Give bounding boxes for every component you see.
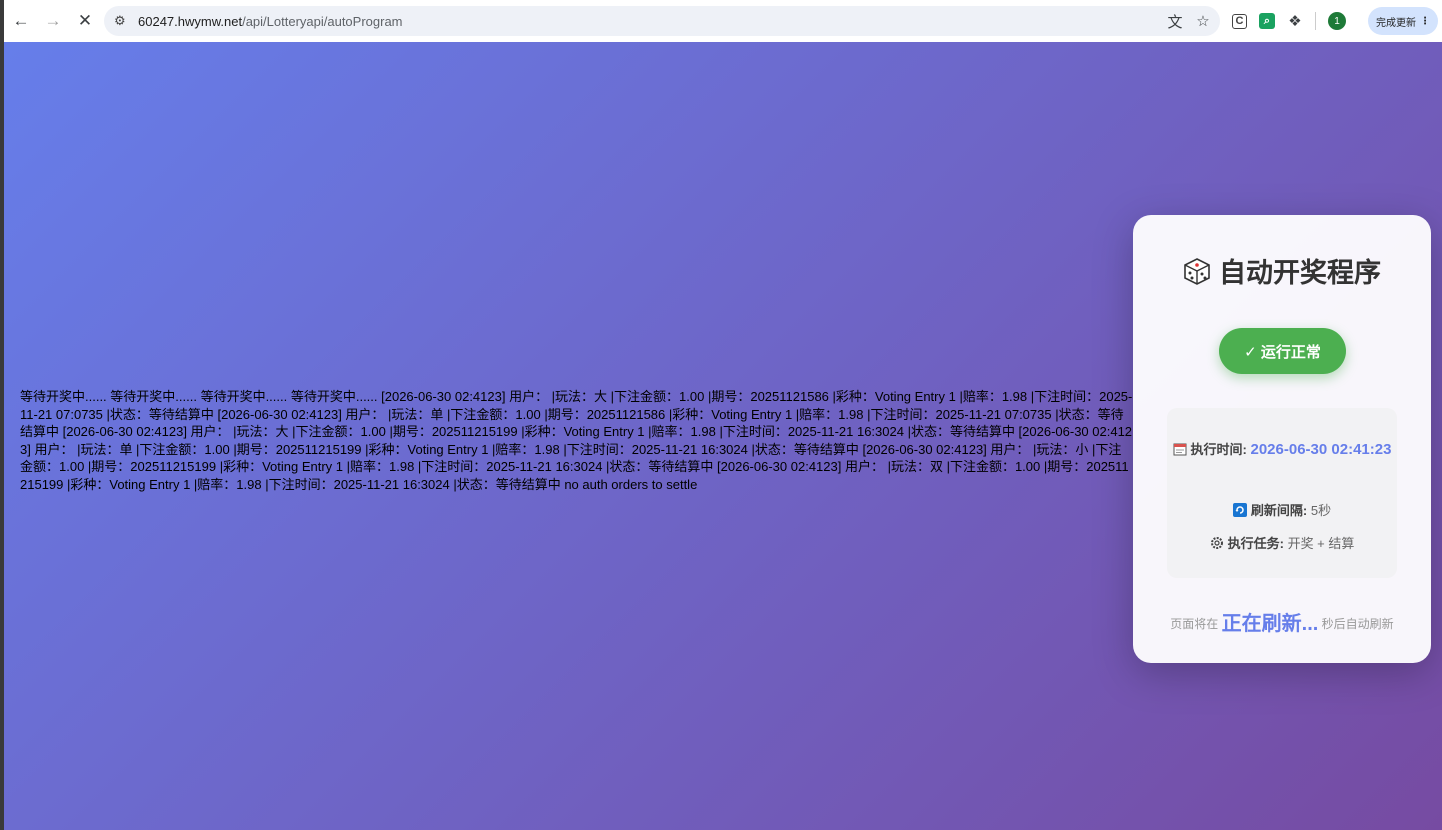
exec-time-label: 执行时间: [1190, 442, 1247, 457]
exec-time-value: 2026-06-30 02:41:23 [1250, 441, 1392, 458]
status-card: 自动开奖程序 ✓ 运行正常 执行时间: 2026-06-30 02:41:23 … [1133, 215, 1431, 663]
refresh-countdown: 正在刷新... [1221, 613, 1319, 635]
info-panel: 执行时间: 2026-06-30 02:41:23 刷新间隔: 5秒 执行任务:… [1167, 408, 1397, 578]
bookmark-star-icon[interactable]: ☆ [1194, 12, 1212, 30]
address-bar[interactable]: ⚙ 60247.hwymw.net/api/Lotteryapi/autoPro… [104, 6, 1220, 36]
task-label: 执行任务: [1227, 536, 1284, 551]
card-title: 自动开奖程序 [1133, 251, 1431, 290]
stop-icon[interactable]: ✕ [70, 6, 100, 36]
page-background: 等待开奖中...... 等待开奖中...... 等待开奖中...... 等待开奖… [4, 42, 1442, 830]
extensions-area: C ⌕ ❖ 1 [1232, 6, 1346, 36]
auto-refresh-notice: 页面将在 正在刷新... 秒后自动刷新 [1133, 607, 1431, 636]
extensions-puzzle-icon[interactable]: ❖ [1287, 13, 1303, 30]
interval-label: 刷新间隔: [1250, 503, 1308, 518]
update-button[interactable]: 完成更新 ⋮ [1368, 7, 1438, 35]
url-path: /api/Lotteryapi/autoProgram [242, 13, 403, 29]
extension-c-icon[interactable]: C [1232, 13, 1247, 29]
url-text[interactable]: 60247.hwymw.net/api/Lotteryapi/autoProgr… [138, 14, 403, 29]
dice-icon [1184, 257, 1210, 285]
profile-avatar[interactable]: 1 [1328, 12, 1346, 30]
translate-icon[interactable]: 文 [1166, 11, 1184, 32]
back-icon[interactable]: ← [6, 6, 36, 36]
refresh-suffix: 秒后自动刷新 [1321, 617, 1394, 631]
url-host: 60247.hwymw.net [138, 13, 243, 29]
calendar-icon [1173, 443, 1187, 456]
exec-time-row: 执行时间: 2026-06-30 02:41:23 [1167, 436, 1397, 463]
task-value: 开奖 + 结算 [1287, 536, 1355, 551]
site-settings-icon[interactable]: ⚙ [114, 13, 136, 29]
refresh-prefix: 页面将在 [1170, 617, 1219, 631]
toolbar-divider [1315, 12, 1316, 30]
status-running-badge: ✓ 运行正常 [1219, 328, 1346, 374]
interval-value: 5秒 [1310, 503, 1332, 518]
more-menu-icon[interactable]: ⋮ [1420, 16, 1430, 27]
extension-search-icon[interactable]: ⌕ [1259, 13, 1275, 29]
task-row: 执行任务: 开奖 + 结算 [1167, 533, 1397, 552]
forward-icon[interactable]: → [38, 6, 68, 36]
refresh-icon [1232, 503, 1247, 517]
interval-row: 刷新间隔: 5秒 [1167, 500, 1397, 519]
log-output: 等待开奖中...... 等待开奖中...... 等待开奖中...... 等待开奖… [20, 389, 1133, 492]
gear-icon [1210, 537, 1223, 549]
update-button-label: 完成更新 [1376, 17, 1416, 29]
card-title-text: 自动开奖程序 [1219, 258, 1381, 288]
